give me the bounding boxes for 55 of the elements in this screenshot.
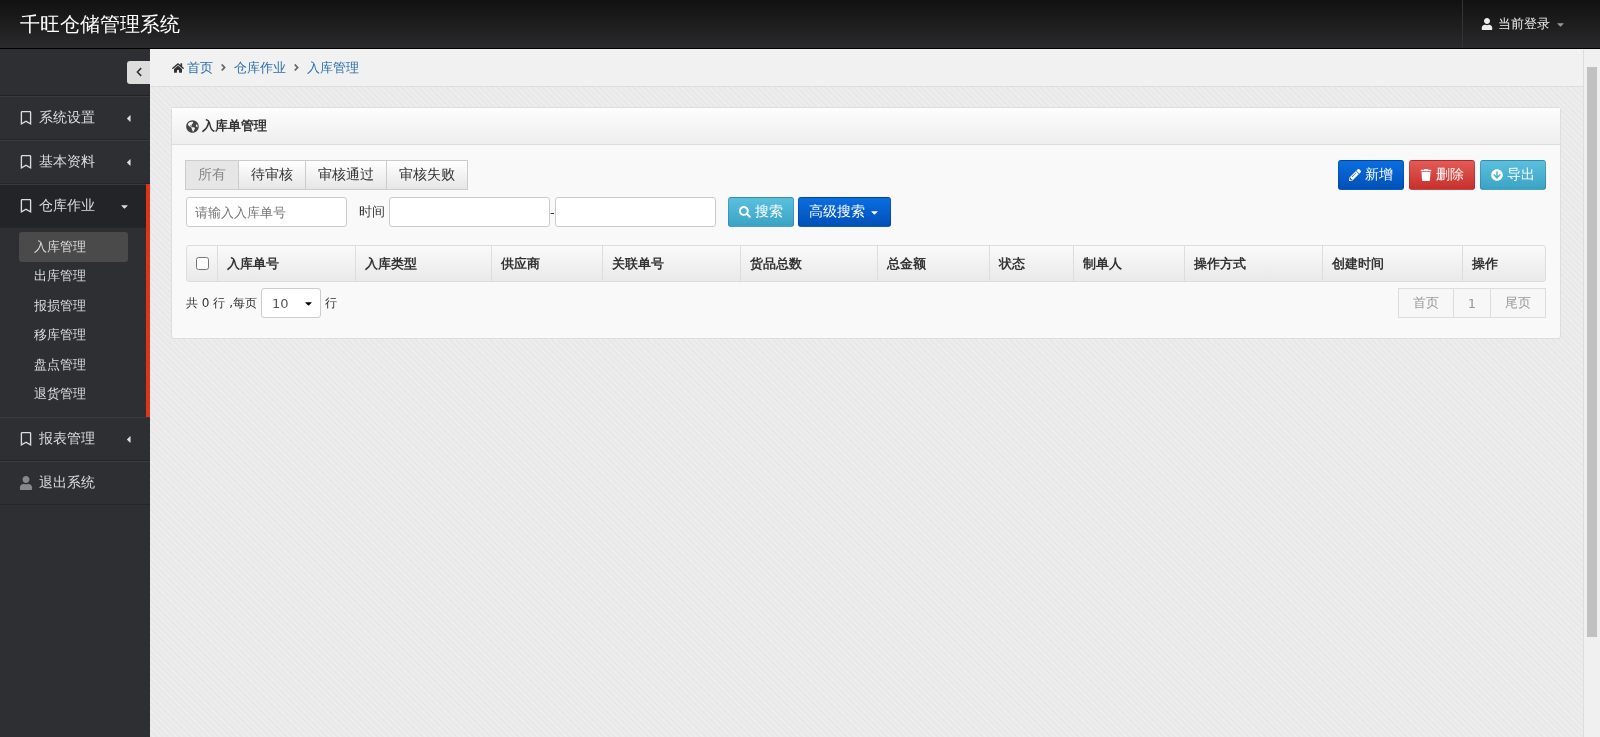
sidebar-subitem[interactable]: 报损管理 — [19, 291, 128, 321]
user-icon — [1481, 18, 1493, 30]
add-button[interactable]: 新增 — [1338, 160, 1404, 190]
globe-icon — [186, 119, 199, 133]
app-title: 千旺仓储管理系统 — [20, 10, 180, 38]
filter-tab[interactable]: 审核失败 — [386, 160, 468, 190]
chevron-right-icon — [218, 62, 229, 73]
page-size-select[interactable]: 10 — [260, 288, 321, 318]
column-header: 创建时间 — [1322, 246, 1462, 281]
delete-button[interactable]: 删除 — [1409, 160, 1475, 190]
breadcrumb-link[interactable]: 入库管理 — [307, 58, 359, 77]
column-header: 操作方式 — [1184, 246, 1322, 281]
sidebar-subitem[interactable]: 移库管理 — [19, 320, 128, 350]
sidebar-subitem[interactable]: 出库管理 — [19, 261, 128, 291]
select-all-checkbox[interactable] — [195, 257, 209, 270]
end-date-field[interactable] — [554, 197, 716, 227]
column-header: 制单人 — [1073, 246, 1184, 281]
user-menu[interactable]: 当前登录 — [1462, 0, 1584, 48]
search-icon — [738, 206, 751, 218]
sidebar-subitem[interactable]: 盘点管理 — [19, 350, 128, 380]
column-header: 供应商 — [491, 246, 602, 281]
trash-icon — [1420, 169, 1432, 181]
column-header: 操作 — [1462, 246, 1545, 281]
total-label: 共 0 行 ,每页 — [186, 294, 257, 312]
column-header: 入库单号 — [217, 246, 355, 281]
bookmark-icon — [19, 111, 33, 125]
column-header: 入库类型 — [355, 246, 491, 281]
logout-item[interactable]: 退出系统 — [0, 461, 150, 505]
home-icon — [172, 61, 184, 74]
advanced-search-button[interactable]: 高级搜索 — [797, 197, 891, 227]
start-date-field[interactable] — [389, 197, 550, 227]
user-icon — [19, 476, 33, 490]
sidebar-item[interactable]: 仓库作业 — [0, 184, 146, 228]
time-label: 时间 — [359, 203, 385, 221]
sidebar-subitem[interactable]: 退货管理 — [19, 379, 128, 409]
breadcrumb-link[interactable]: 首页 — [172, 58, 213, 77]
bookmark-icon — [19, 432, 33, 446]
column-header: 关联单号 — [602, 246, 740, 281]
column-header: 状态 — [989, 246, 1073, 281]
column-header: 货品总数 — [740, 246, 877, 281]
filter-tab[interactable]: 待审核 — [238, 160, 306, 190]
filter-tab[interactable]: 审核通过 — [305, 160, 387, 190]
download-icon — [1491, 169, 1503, 181]
per-page-unit: 行 — [324, 294, 337, 312]
breadcrumb-link[interactable]: 仓库作业 — [234, 58, 286, 77]
order-number-field[interactable]: 请输入入库单号 — [186, 197, 347, 227]
bookmark-icon — [19, 155, 33, 169]
bookmark-icon — [19, 199, 33, 213]
chevron-right-icon — [291, 62, 302, 73]
column-header: 总金额 — [877, 246, 989, 281]
range-separator: - — [550, 204, 555, 220]
pencil-icon — [1349, 169, 1361, 181]
panel-title: 入库单管理 — [202, 117, 267, 135]
collapse-button[interactable] — [127, 60, 150, 84]
sidebar-subitem[interactable]: 入库管理 — [19, 232, 128, 262]
